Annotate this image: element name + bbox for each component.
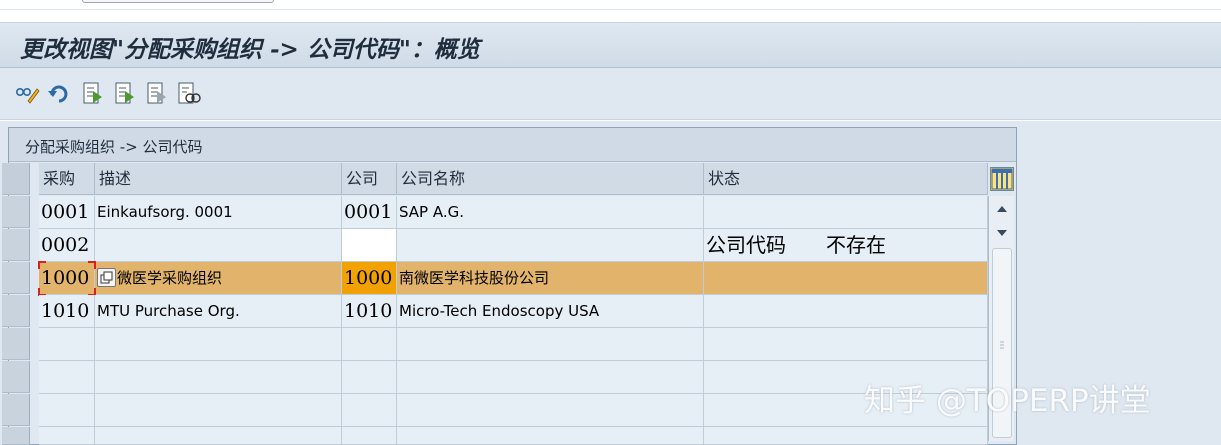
row-selector[interactable] — [2, 361, 30, 393]
empty-cell[interactable] — [95, 427, 342, 445]
table-title: 分配采购组织 -> 公司代码 — [25, 138, 203, 156]
cell-status — [704, 196, 988, 229]
cell-purch-org[interactable]: 0001 — [39, 196, 95, 229]
empty-cell — [704, 427, 988, 445]
select-all-icon[interactable] — [176, 81, 202, 107]
scroll-down-icon[interactable] — [991, 222, 1012, 244]
row-selector[interactable] — [2, 262, 30, 294]
cell-company[interactable]: 1000 — [342, 262, 397, 295]
display-change-icon[interactable] — [14, 81, 40, 107]
cell-purch-org-focused[interactable]: 1000 — [39, 262, 95, 295]
row-selector[interactable] — [2, 394, 30, 426]
table-title-bar: 分配采购组织 -> 公司代码 — [9, 128, 1016, 162]
empty-cell[interactable] — [39, 394, 95, 427]
row-selector[interactable] — [2, 295, 30, 327]
cell-description[interactable]: Einkaufsorg. 0001 — [95, 196, 342, 229]
empty-cell — [397, 394, 704, 427]
cell-description[interactable]: 微医学采购组织 — [95, 262, 342, 295]
column-settings-icon[interactable] — [990, 167, 1014, 191]
copy-as-icon[interactable] — [112, 81, 138, 107]
cell-company-name: SAP A.G. — [397, 196, 704, 229]
empty-cell — [397, 427, 704, 445]
cell-company[interactable]: 1010 — [342, 295, 397, 328]
row-selector[interactable] — [2, 427, 30, 445]
new-entries-icon[interactable] — [80, 81, 106, 107]
watermark: 知乎 @TOPERP讲堂 — [864, 383, 1151, 419]
cell-status — [704, 262, 988, 295]
select-all-rows-handle[interactable] — [2, 163, 30, 195]
empty-cell[interactable] — [39, 361, 95, 394]
empty-cell[interactable] — [95, 394, 342, 427]
empty-cell[interactable] — [39, 328, 95, 361]
cell-company-input[interactable] — [342, 229, 397, 262]
window-tab[interactable] — [82, 0, 274, 3]
cell-status: 公司代码 不存在 — [704, 229, 988, 262]
column-header-status[interactable]: 状态 — [704, 163, 988, 195]
column-header-company-name[interactable]: 公司名称 — [397, 163, 704, 195]
empty-cell[interactable] — [342, 361, 397, 394]
empty-cell[interactable] — [342, 427, 397, 445]
cell-description[interactable] — [95, 229, 342, 262]
empty-cell[interactable] — [39, 427, 95, 445]
cell-company[interactable]: 0001 — [342, 196, 397, 229]
cell-company-name — [397, 229, 704, 262]
top-strip — [0, 0, 1221, 10]
delete-icon[interactable] — [144, 81, 170, 107]
empty-cell[interactable] — [95, 361, 342, 394]
scroll-up-icon[interactable] — [991, 198, 1012, 220]
cell-purch-org[interactable]: 1010 — [39, 295, 95, 328]
cell-purch-org[interactable]: 0002 — [39, 229, 95, 262]
column-header-description[interactable]: 描述 — [95, 163, 342, 195]
empty-cell — [397, 361, 704, 394]
cell-company-name: Micro-Tech Endoscopy USA — [397, 295, 704, 328]
page-title: 更改视图"分配采购组织 -> 公司代码"：概览 — [20, 36, 480, 63]
empty-cell[interactable] — [342, 328, 397, 361]
cell-description[interactable]: MTU Purchase Org. — [95, 295, 342, 328]
column-header-company[interactable]: 公司 — [342, 163, 397, 195]
empty-cell[interactable] — [342, 394, 397, 427]
row-selector[interactable] — [2, 328, 30, 360]
empty-cell — [397, 328, 704, 361]
title-bar: 更改视图"分配采购组织 -> 公司代码"：概览 — [0, 22, 1221, 68]
application-toolbar — [0, 68, 1221, 120]
empty-cell[interactable] — [95, 328, 342, 361]
row-selector[interactable] — [2, 196, 30, 228]
row-selector[interactable] — [2, 229, 30, 261]
undo-icon[interactable] — [46, 81, 72, 107]
copy-icon[interactable] — [97, 268, 116, 287]
column-header-purch-org[interactable]: 采购 — [39, 163, 95, 195]
cell-status — [704, 295, 988, 328]
empty-cell — [704, 328, 988, 361]
cell-company-name: 南微医学科技股份公司 — [397, 262, 704, 295]
